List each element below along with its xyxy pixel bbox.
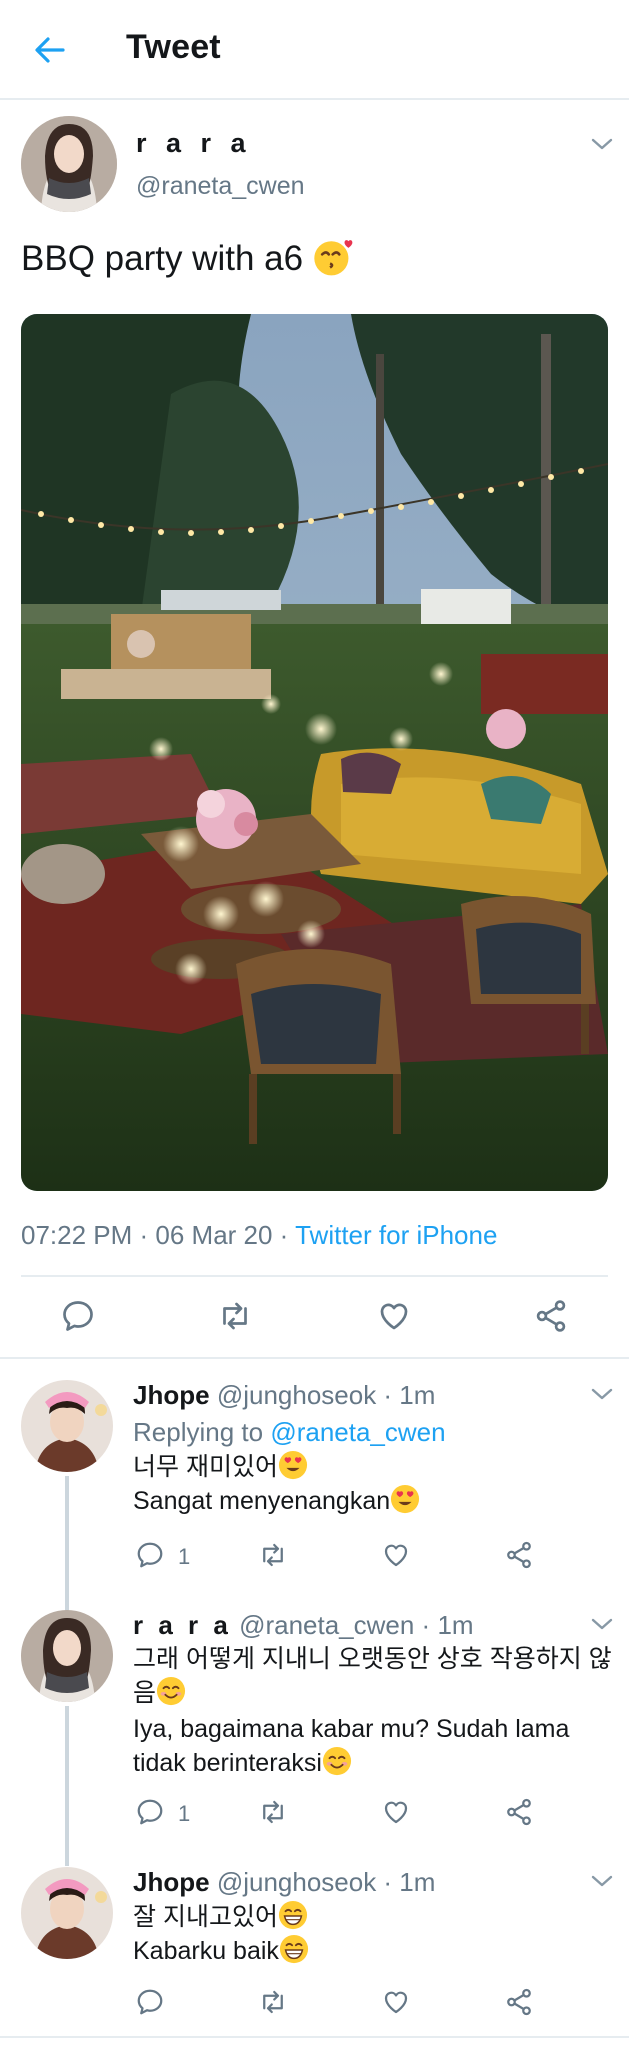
grinning-face-icon [278, 1900, 308, 1930]
like-icon[interactable] [376, 1298, 412, 1334]
reply-author[interactable]: Jhope [133, 1380, 210, 1410]
mention-link[interactable]: @raneta_cwen [270, 1417, 445, 1447]
chevron-down-icon[interactable] [590, 1873, 614, 1889]
retweet-icon[interactable] [258, 1797, 288, 1827]
reply-author[interactable]: Jhope [133, 1867, 210, 1897]
reply-line: Kabarku baik [133, 1937, 279, 1965]
divider [0, 2036, 629, 2038]
kissing-face-icon [313, 236, 355, 278]
reply-icon[interactable] [135, 1797, 165, 1827]
reply-line: 잘 지내고있어 [133, 1903, 278, 1931]
reply-handle-time[interactable]: @junghoseok · 1m [217, 1380, 436, 1410]
reply-icon[interactable] [60, 1298, 96, 1334]
reply-text: 너무 재미있어 Sangat menyenangkan [133, 1450, 629, 1518]
tweet-meta: 07:22 PM · 06 Mar 20 · Twitter for iPhon… [21, 1220, 497, 1251]
reply-icon[interactable] [135, 1540, 165, 1570]
reply-count: 1 [178, 1801, 191, 1826]
smiling-face-icon [156, 1676, 186, 1706]
tweet-photo[interactable] [21, 314, 608, 1191]
reply-count: 1 [178, 1544, 191, 1569]
chevron-down-icon[interactable] [590, 1386, 614, 1402]
reply-line: 그래 어떻게 지내니 오랫동안 상호 작용하지 않음 [133, 1645, 612, 1707]
share-icon[interactable] [504, 1987, 534, 2017]
avatar[interactable] [21, 1867, 113, 1959]
replying-to: Replying to @raneta_cwen [133, 1417, 446, 1448]
thread-line [65, 1706, 69, 1866]
avatar[interactable] [21, 116, 117, 212]
back-arrow-icon[interactable] [30, 30, 70, 70]
retweet-icon[interactable] [258, 1987, 288, 2017]
top-bar [0, 0, 629, 100]
avatar[interactable] [21, 1610, 113, 1702]
source-link[interactable]: Twitter for iPhone [295, 1220, 497, 1250]
share-icon[interactable] [533, 1298, 569, 1334]
display-name[interactable]: r a r a [136, 128, 252, 159]
reply-handle-time[interactable]: @junghoseok · 1m [217, 1867, 436, 1897]
reply-icon[interactable] [135, 1987, 165, 2017]
retweet-icon[interactable] [258, 1540, 288, 1570]
reply-handle-time[interactable]: @raneta_cwen · 1m [239, 1610, 474, 1640]
thread-line [65, 1476, 69, 1611]
chevron-down-icon[interactable] [590, 1616, 614, 1632]
page-title: Tweet [126, 28, 221, 66]
timestamp: 07:22 PM · 06 Mar 20 · [21, 1220, 296, 1250]
divider [21, 1275, 608, 1277]
like-icon[interactable] [381, 1797, 411, 1827]
chevron-down-icon[interactable] [590, 136, 614, 152]
reply-header: Jhope @junghoseok · 1m [133, 1380, 435, 1411]
reply-header: r a r a @raneta_cwen · 1m [133, 1610, 474, 1641]
heart-eyes-icon [390, 1484, 420, 1514]
reply-line: Sangat menyenangkan [133, 1487, 391, 1515]
reply-header: Jhope @junghoseok · 1m [133, 1867, 435, 1898]
reply-author[interactable]: r a r a [133, 1610, 232, 1640]
replying-prefix: Replying to [133, 1417, 271, 1447]
reply-text: 그래 어떻게 지내니 오랫동안 상호 작용하지 않음 Iya, bagaiman… [133, 1642, 613, 1780]
share-icon[interactable] [504, 1540, 534, 1570]
share-icon[interactable] [504, 1797, 534, 1827]
handle[interactable]: @raneta_cwen [136, 172, 305, 201]
reply-text: 잘 지내고있어 Kabarku baik [133, 1900, 629, 1968]
like-icon[interactable] [381, 1540, 411, 1570]
tweet-text-content: BBQ party with a6 [21, 239, 304, 278]
like-icon[interactable] [381, 1987, 411, 2017]
tweet-text: BBQ party with a6 [21, 236, 355, 279]
avatar[interactable] [21, 1380, 113, 1472]
grinning-face-icon [279, 1934, 309, 1964]
reply-line: 너무 재미있어 [133, 1453, 278, 1481]
smiling-face-icon [322, 1746, 352, 1776]
heart-eyes-icon [278, 1450, 308, 1480]
retweet-icon[interactable] [217, 1298, 253, 1334]
divider [0, 1357, 629, 1359]
